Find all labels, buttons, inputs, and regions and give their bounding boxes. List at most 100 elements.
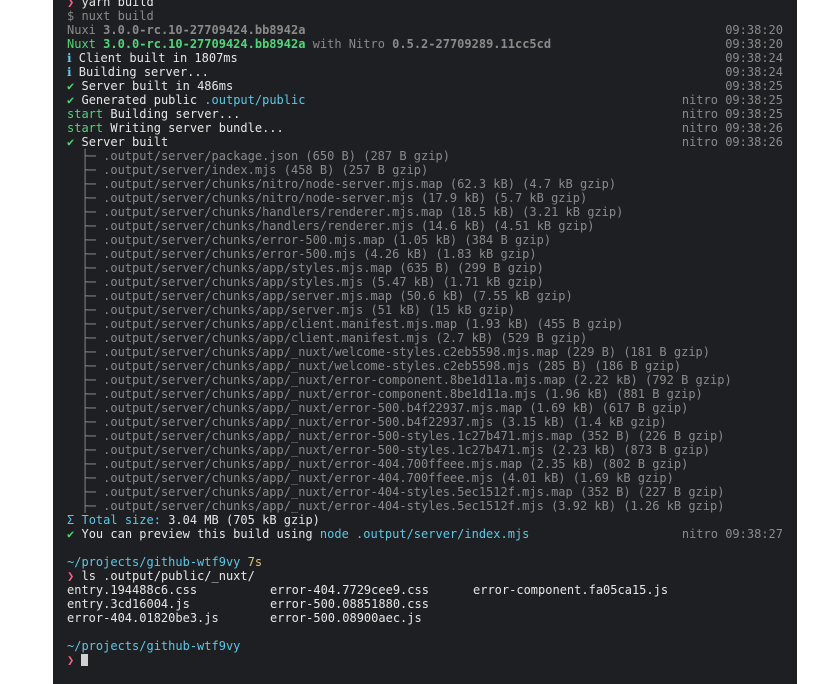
- ls-column: error-component.fa05ca15.js: [473, 583, 733, 625]
- file-entry-text: .output/server/chunks/handlers/renderer.…: [103, 205, 624, 219]
- total-value: 3.04 MB (705 kB gzip): [168, 513, 320, 527]
- build-file-entry: ├─ .output/server/chunks/app/styles.mjs.…: [67, 261, 783, 275]
- source-and-time: nitro 09:38:27: [682, 527, 783, 541]
- terminal-window[interactable]: ❯ yarn build $ nuxt build Nuxi 3.0.0-rc.…: [53, 0, 797, 684]
- tree-branch-icon: ├─: [81, 163, 96, 177]
- build-file-entry: ├─ .output/server/chunks/app/_nuxt/error…: [67, 415, 783, 429]
- ls-file: error-404.01820be3.js: [67, 611, 219, 625]
- build-file-list: ├─ .output/server/package.json (650 B) (…: [67, 149, 783, 513]
- build-file-entry: ├─ .output/server/chunks/nitro/node-serv…: [67, 177, 783, 191]
- tree-branch-icon: ├─: [81, 499, 96, 513]
- tree-branch-icon: ├─: [81, 331, 96, 345]
- build-file-entry: ├─ .output/server/chunks/app/_nuxt/error…: [67, 499, 783, 513]
- file-entry-text: .output/server/chunks/error-500.mjs.map …: [103, 233, 552, 247]
- tree-branch-icon: ├─: [81, 205, 96, 219]
- build-file-entry: ├─ .output/server/chunks/app/client.mani…: [67, 317, 783, 331]
- nitro-version: 0.5.2-27709289.11cc5cd: [392, 37, 552, 51]
- ls-output: entry.194488c6.css entry.3cd16004.js err…: [67, 583, 783, 625]
- generated-public-line: ✔ Generated public .output/public nitro 0…: [67, 93, 783, 107]
- build-file-entry: ├─ .output/server/chunks/handlers/render…: [67, 219, 783, 233]
- cwd-path: ~/projects/github-wtf9vy: [67, 639, 241, 653]
- tree-branch-icon: ├─: [81, 373, 96, 387]
- tree-branch-icon: ├─: [81, 443, 96, 457]
- source-tag: nitro: [681, 107, 718, 121]
- tree-branch-icon: ├─: [81, 387, 96, 401]
- nuxt-version-line: Nuxt 3.0.0-rc.10-27709424.bb8942a with N…: [67, 37, 783, 51]
- build-file-entry: ├─ .output/server/chunks/app/server.mjs.…: [67, 289, 783, 303]
- build-file-entry: ├─ .output/server/chunks/app/_nuxt/error…: [67, 373, 783, 387]
- command-text: ls .output/public/_nuxt/: [81, 569, 255, 583]
- total-label: Total size:: [81, 513, 161, 527]
- build-file-entry: ├─ .output/server/chunks/nitro/node-serv…: [67, 191, 783, 205]
- cwd-line: ~/projects/github-wtf9vy: [67, 639, 783, 653]
- file-entry-text: .output/server/chunks/app/_nuxt/welcome-…: [103, 345, 711, 359]
- nuxt-label: Nuxt: [67, 37, 96, 51]
- timestamp: 09:38:26: [725, 121, 783, 135]
- log-text: Building server...: [78, 65, 209, 79]
- file-entry-text: .output/server/chunks/app/client.manifes…: [103, 317, 624, 331]
- tree-branch-icon: ├─: [81, 471, 96, 485]
- cwd-line: ~/projects/github-wtf9vy 7s: [67, 555, 783, 569]
- start-line: start Writing server bundle... nitro 09:3…: [67, 121, 783, 135]
- ls-file: error-component.fa05ca15.js: [473, 583, 669, 597]
- build-file-entry: ├─ .output/server/chunks/app/client.mani…: [67, 331, 783, 345]
- log-line: ℹ Client built in 1807ms 09:38:24: [67, 51, 783, 65]
- timestamp: 09:38:20: [725, 37, 783, 51]
- tree-branch-icon: ├─: [81, 233, 96, 247]
- source-tag: nitro: [681, 527, 718, 541]
- info-icon: ℹ: [67, 51, 72, 65]
- tree-branch-icon: ├─: [81, 289, 96, 303]
- build-file-entry: ├─ .output/server/chunks/app/_nuxt/welco…: [67, 345, 783, 359]
- log-text: You can preview this build using: [81, 527, 313, 541]
- output-path: .output/public: [204, 93, 306, 107]
- build-file-entry: ├─ .output/server/package.json (650 B) (…: [67, 149, 783, 163]
- file-entry-text: .output/server/chunks/app/_nuxt/error-50…: [103, 415, 667, 429]
- file-entry-text: .output/server/chunks/app/styles.mjs (5.…: [103, 275, 544, 289]
- total-size-line: Σ Total size: 3.04 MB (705 kB gzip): [67, 513, 783, 527]
- file-entry-text: .output/server/index.mjs (458 B) (257 B …: [103, 163, 429, 177]
- prompt-symbol: ❯: [67, 0, 75, 9]
- log-text: Generated public: [81, 93, 198, 107]
- check-icon: ✔: [67, 527, 75, 541]
- source-and-time: nitro 09:38:26: [682, 135, 783, 149]
- log-line: ℹ Building server... 09:38:24: [67, 65, 783, 79]
- file-entry-text: .output/server/chunks/error-500.mjs (4.2…: [103, 247, 537, 261]
- log-text: Writing server bundle...: [110, 121, 284, 135]
- tree-branch-icon: ├─: [81, 149, 96, 163]
- file-entry-text: .output/server/chunks/app/_nuxt/error-50…: [103, 443, 711, 457]
- build-file-entry: ├─ .output/server/chunks/handlers/render…: [67, 205, 783, 219]
- build-file-entry: ├─ .output/server/chunks/app/_nuxt/error…: [67, 471, 783, 485]
- text-cursor[interactable]: [81, 654, 89, 666]
- nuxi-label: Nuxi: [67, 23, 96, 37]
- ls-file: entry.3cd16004.js: [67, 597, 190, 611]
- active-prompt-line[interactable]: ❯: [67, 653, 783, 667]
- log-text: Server built: [81, 135, 169, 149]
- file-entry-text: .output/server/chunks/nitro/node-server.…: [103, 191, 588, 205]
- ls-file: entry.194488c6.css: [67, 583, 198, 597]
- prompt-symbol: ❯: [67, 653, 75, 667]
- file-entry-text: .output/server/chunks/app/_nuxt/error-40…: [103, 471, 674, 485]
- timestamp: 09:38:25: [725, 79, 783, 93]
- tree-branch-icon: ├─: [81, 303, 96, 317]
- log-text: Building server...: [110, 107, 241, 121]
- source-and-time: nitro 09:38:25: [682, 107, 783, 121]
- build-file-entry: ├─ .output/server/chunks/app/_nuxt/error…: [67, 387, 783, 401]
- tree-branch-icon: ├─: [81, 401, 96, 415]
- build-file-entry: ├─ .output/server/chunks/error-500.mjs (…: [67, 247, 783, 261]
- file-entry-text: .output/server/chunks/app/_nuxt/error-40…: [103, 499, 725, 513]
- ls-file: error-404.7729cee9.css: [270, 583, 429, 597]
- file-entry-text: .output/server/chunks/app/client.manifes…: [103, 331, 588, 345]
- file-entry-text: .output/server/chunks/app/_nuxt/error-co…: [103, 373, 732, 387]
- timestamp: 09:38:25: [725, 107, 783, 121]
- tree-branch-icon: ├─: [81, 429, 96, 443]
- nuxi-version: 3.0.0-rc.10-27709424.bb8942a: [103, 23, 306, 37]
- start-label: start: [67, 107, 104, 121]
- elapsed-time: 7s: [247, 555, 263, 569]
- command-text: yarn build: [81, 0, 154, 9]
- tree-branch-icon: ├─: [81, 317, 96, 331]
- file-entry-text: .output/server/chunks/app/styles.mjs.map…: [103, 261, 544, 275]
- ls-column: entry.194488c6.css entry.3cd16004.js err…: [67, 583, 270, 625]
- file-entry-text: .output/server/chunks/app/server.mjs (51…: [103, 303, 515, 317]
- start-label: start: [67, 121, 104, 135]
